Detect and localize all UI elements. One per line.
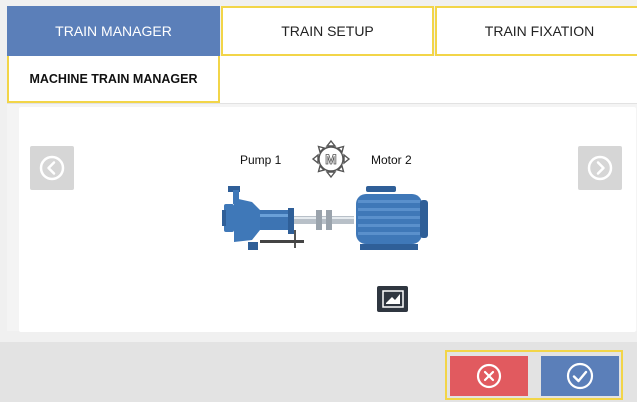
check-circle-icon <box>566 362 594 390</box>
cancel-button[interactable] <box>450 356 528 396</box>
machine-label-motor: Motor 2 <box>371 153 412 167</box>
coupling-icon-letter: M <box>325 151 337 167</box>
chevron-left-circle-icon <box>39 155 65 181</box>
confirm-button[interactable] <box>541 356 619 396</box>
tab-train-manager[interactable]: TRAIN MANAGER <box>7 6 220 56</box>
edit-train-button[interactable] <box>377 286 408 312</box>
edit-icon <box>381 290 404 308</box>
machine-label-pump: Pump 1 <box>240 153 282 167</box>
previous-train-button[interactable] <box>30 146 74 190</box>
close-circle-icon <box>476 363 502 389</box>
coupling-shaft <box>294 210 354 230</box>
motor-icon <box>356 186 428 250</box>
subtab-label: MACHINE TRAIN MANAGER <box>29 71 198 86</box>
chevron-right-circle-icon <box>587 155 613 181</box>
tab-train-setup-label: TRAIN SETUP <box>281 23 374 39</box>
next-train-button[interactable] <box>578 146 622 190</box>
tab-train-setup[interactable]: TRAIN SETUP <box>221 6 434 56</box>
subtab-machine-train-manager[interactable]: MACHINE TRAIN MANAGER <box>7 56 220 103</box>
subheader-bar: MACHINE TRAIN MANAGER <box>7 56 637 104</box>
tab-bar: TRAIN MANAGER TRAIN SETUP TRAIN FIXATION <box>7 6 637 58</box>
machine-train-diagram[interactable] <box>220 180 436 258</box>
pump-icon <box>222 186 304 250</box>
coupling-icon[interactable]: M <box>311 139 351 179</box>
tab-train-fixation-label: TRAIN FIXATION <box>484 23 595 39</box>
action-buttons <box>445 350 623 400</box>
tab-train-fixation[interactable]: TRAIN FIXATION <box>435 6 637 56</box>
tab-train-manager-label: TRAIN MANAGER <box>55 23 172 39</box>
